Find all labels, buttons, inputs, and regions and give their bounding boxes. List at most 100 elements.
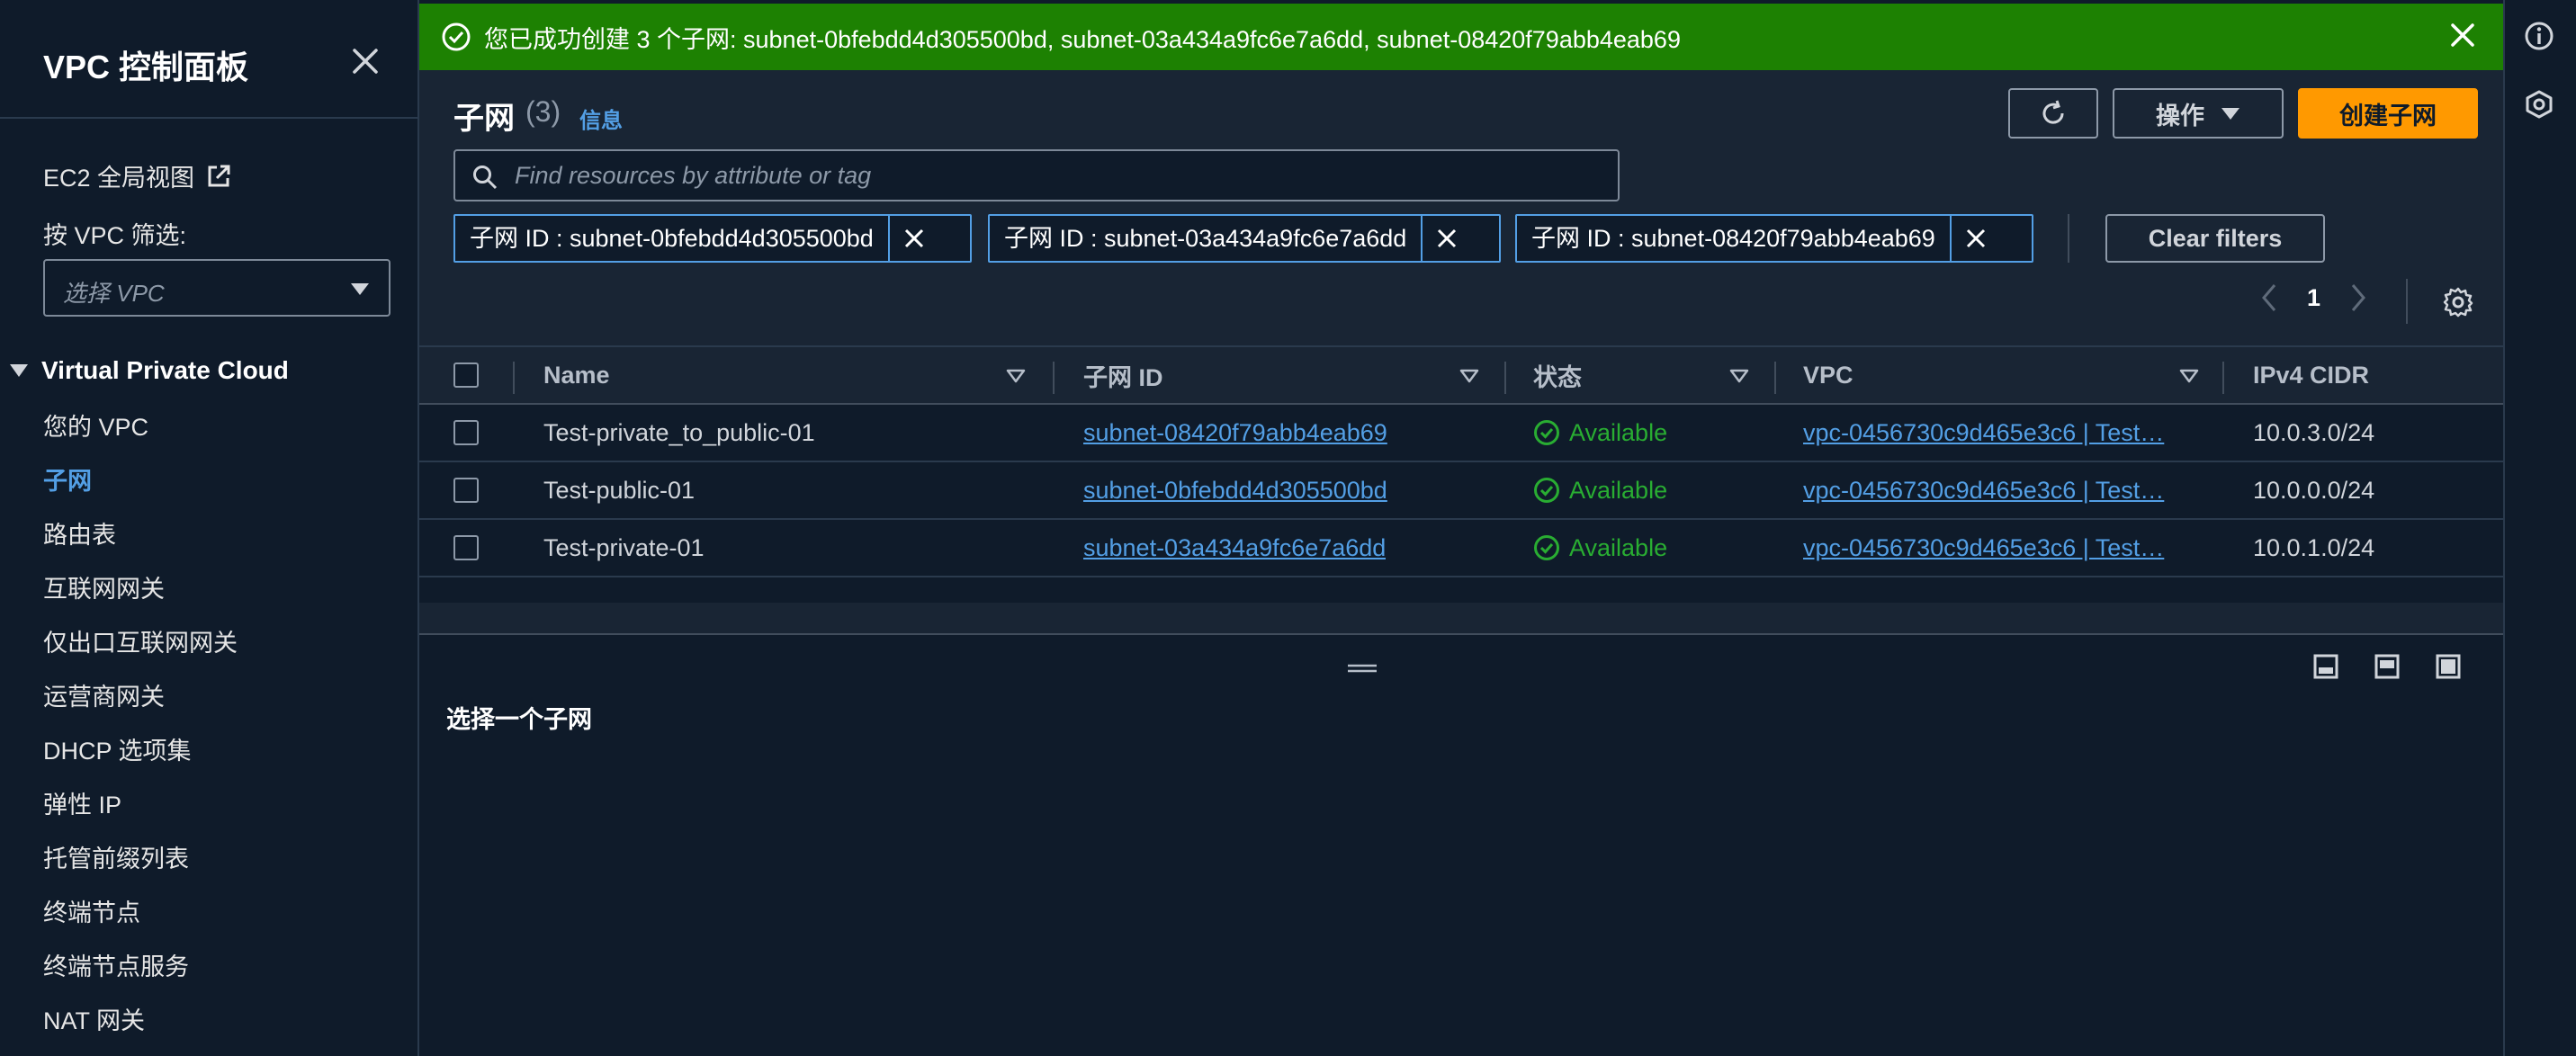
page-title: 子网 — [453, 102, 515, 136]
row-checkbox[interactable] — [453, 420, 479, 445]
split-side-icon[interactable] — [2374, 653, 2401, 680]
info-icon[interactable] — [2523, 20, 2555, 52]
sort-icon[interactable] — [1729, 369, 1749, 383]
status-ok-icon — [1534, 535, 1559, 560]
sidebar-nav: 您的 VPC 子网 路由表 互联网网关 仅出口互联网网关 运营商网关 DHCP … — [43, 410, 238, 1056]
sidebar-item-carrier-gateways[interactable]: 运营商网关 — [43, 680, 238, 734]
subnet-count: (3) — [525, 95, 561, 128]
row-checkbox-cell — [453, 462, 479, 518]
vpc-link[interactable]: vpc-0456730c9d465e3c6 | Test… — [1803, 419, 2164, 447]
status-text: Available — [1569, 418, 1668, 446]
column-header-ipv4-cidr[interactable]: IPv4 CIDR — [2253, 347, 2369, 403]
subnet-id-link[interactable]: subnet-08420f79abb4eab69 — [1083, 419, 1387, 447]
clear-filters-button[interactable]: Clear filters — [2105, 214, 2325, 263]
filter-token: 子网 ID : subnet-08420f79abb4eab69 — [1515, 214, 2033, 263]
close-sidebar-icon[interactable] — [346, 41, 385, 81]
sidebar-item-internet-gateways[interactable]: 互联网网关 — [43, 572, 238, 626]
detail-panel-title: 选择一个子网 — [446, 706, 592, 733]
success-message: 您已成功创建 3 个子网: subnet-0bfebdd4d305500bd, … — [484, 25, 1681, 53]
column-divider — [1053, 362, 1055, 394]
vpc-section-toggle[interactable]: Virtual Private Cloud — [9, 356, 289, 385]
sidebar-item-your-vpcs[interactable]: 您的 VPC — [43, 410, 238, 464]
sidebar-item-endpoints[interactable]: 终端节点 — [43, 896, 238, 950]
filter-token-label[interactable]: 子网 ID : subnet-08420f79abb4eab69 — [1517, 216, 1950, 261]
table-header: Name 子网 ID 状态 VPC IPv4 CIDR — [419, 345, 2503, 405]
remove-filter-icon[interactable] — [1421, 216, 1471, 261]
vpc-link[interactable]: vpc-0456730c9d465e3c6 | Test… — [1803, 477, 2164, 505]
drag-handle-icon[interactable] — [1346, 662, 1378, 675]
table-row[interactable]: Test-private_to_public-01 subnet-08420f7… — [419, 405, 2503, 462]
row-checkbox[interactable] — [453, 535, 479, 560]
sidebar-item-prefix-lists[interactable]: 托管前缀列表 — [43, 842, 238, 896]
filter-token-label[interactable]: 子网 ID : subnet-03a434a9fc6e7a6dd — [990, 216, 1421, 261]
actions-label: 操作 — [2156, 102, 2204, 130]
subnet-id-link[interactable]: subnet-03a434a9fc6e7a6dd — [1083, 534, 1386, 562]
sidebar-item-nat-gateways[interactable]: NAT 网关 — [43, 1004, 238, 1056]
column-divider — [1504, 362, 1506, 394]
ipv4-cidr: 10.0.0.0/24 — [2253, 476, 2375, 504]
select-all-checkbox-cell — [453, 347, 479, 403]
subnet-name: Test-private_to_public-01 — [543, 418, 815, 446]
next-page-icon[interactable] — [2349, 282, 2367, 313]
vpc-filter-select[interactable]: 选择 VPC — [43, 259, 390, 317]
search-icon — [471, 164, 498, 191]
search-input[interactable] — [515, 158, 1594, 192]
vpc-link[interactable]: vpc-0456730c9d465e3c6 | Test… — [1803, 534, 2164, 562]
column-header-name[interactable]: Name — [543, 347, 610, 403]
horizontal-scrollbar[interactable] — [419, 603, 2503, 635]
column-header-subnet-id[interactable]: 子网 ID — [1083, 347, 1163, 403]
previous-page-icon[interactable] — [2260, 282, 2278, 313]
status-cell: Available — [1533, 405, 1667, 461]
status-cell: Available — [1533, 520, 1667, 576]
column-header-status[interactable]: 状态 — [1533, 347, 1582, 403]
filter-token: 子网 ID : subnet-03a434a9fc6e7a6dd — [988, 214, 1501, 263]
refresh-button[interactable] — [2008, 88, 2098, 139]
status-ok-icon — [1534, 420, 1559, 445]
sidebar-item-dhcp-option-sets[interactable]: DHCP 选项集 — [43, 734, 238, 788]
subnet-id-link[interactable]: subnet-0bfebdd4d305500bd — [1083, 477, 1387, 505]
remove-filter-icon[interactable] — [1949, 216, 2000, 261]
ipv4-cidr: 10.0.1.0/24 — [2253, 533, 2375, 561]
table-row[interactable]: Test-public-01 subnet-0bfebdd4d305500bd … — [419, 462, 2503, 520]
sidebar-item-subnets[interactable]: 子网 — [43, 464, 238, 518]
section-title: Virtual Private Cloud — [41, 356, 289, 384]
sidebar-item-elastic-ips[interactable]: 弹性 IP — [43, 788, 238, 842]
navigation-sidebar: VPC 控制面板 EC2 全局视图 按 VPC 筛选: 选择 VPC Virtu… — [0, 0, 419, 1056]
dismiss-banner-icon[interactable] — [2447, 20, 2478, 50]
table-row[interactable]: Test-private-01 subnet-03a434a9fc6e7a6dd… — [419, 520, 2503, 577]
filter-token: 子网 ID : subnet-0bfebdd4d305500bd — [453, 214, 972, 263]
gear-icon[interactable] — [2442, 286, 2474, 318]
current-page[interactable]: 1 — [2307, 284, 2320, 312]
sidebar-item-egress-only-gateways[interactable]: 仅出口互联网网关 — [43, 626, 238, 680]
column-header-vpc[interactable]: VPC — [1803, 347, 1853, 403]
sort-icon[interactable] — [1006, 369, 1026, 383]
sidebar-item-endpoint-services[interactable]: 终端节点服务 — [43, 950, 238, 1004]
status-cell: Available — [1533, 462, 1667, 518]
caret-down-icon — [9, 362, 29, 379]
filter-token-label[interactable]: 子网 ID : subnet-0bfebdd4d305500bd — [455, 216, 888, 261]
sort-icon[interactable] — [1459, 369, 1479, 383]
ec2-global-view-link[interactable]: EC2 全局视图 — [43, 158, 232, 193]
sidebar-item-route-tables[interactable]: 路由表 — [43, 518, 238, 572]
split-full-icon[interactable] — [2435, 653, 2462, 680]
info-link[interactable]: 信息 — [579, 103, 623, 134]
external-link-icon — [205, 163, 232, 190]
row-checkbox[interactable] — [453, 478, 479, 503]
filter-divider — [2068, 214, 2069, 263]
status-text: Available — [1569, 533, 1668, 561]
split-bottom-icon[interactable] — [2312, 653, 2339, 680]
resources-icon[interactable] — [2523, 88, 2555, 121]
column-divider — [2222, 362, 2224, 394]
right-tools-rail — [2503, 0, 2576, 1056]
vpc-filter-label: 按 VPC 筛选: — [43, 222, 187, 249]
split-panel-controls — [2312, 653, 2462, 680]
remove-filter-icon[interactable] — [887, 216, 938, 261]
split-divider — [419, 633, 2503, 635]
select-all-checkbox[interactable] — [453, 362, 479, 388]
status-text: Available — [1569, 476, 1668, 504]
success-banner: 您已成功创建 3 个子网: subnet-0bfebdd4d305500bd, … — [419, 4, 2503, 70]
create-subnet-button[interactable]: 创建子网 — [2298, 88, 2478, 139]
main-content: 您已成功创建 3 个子网: subnet-0bfebdd4d305500bd, … — [419, 0, 2503, 1056]
sort-icon[interactable] — [2179, 369, 2199, 383]
actions-dropdown-button[interactable]: 操作 — [2113, 88, 2284, 139]
